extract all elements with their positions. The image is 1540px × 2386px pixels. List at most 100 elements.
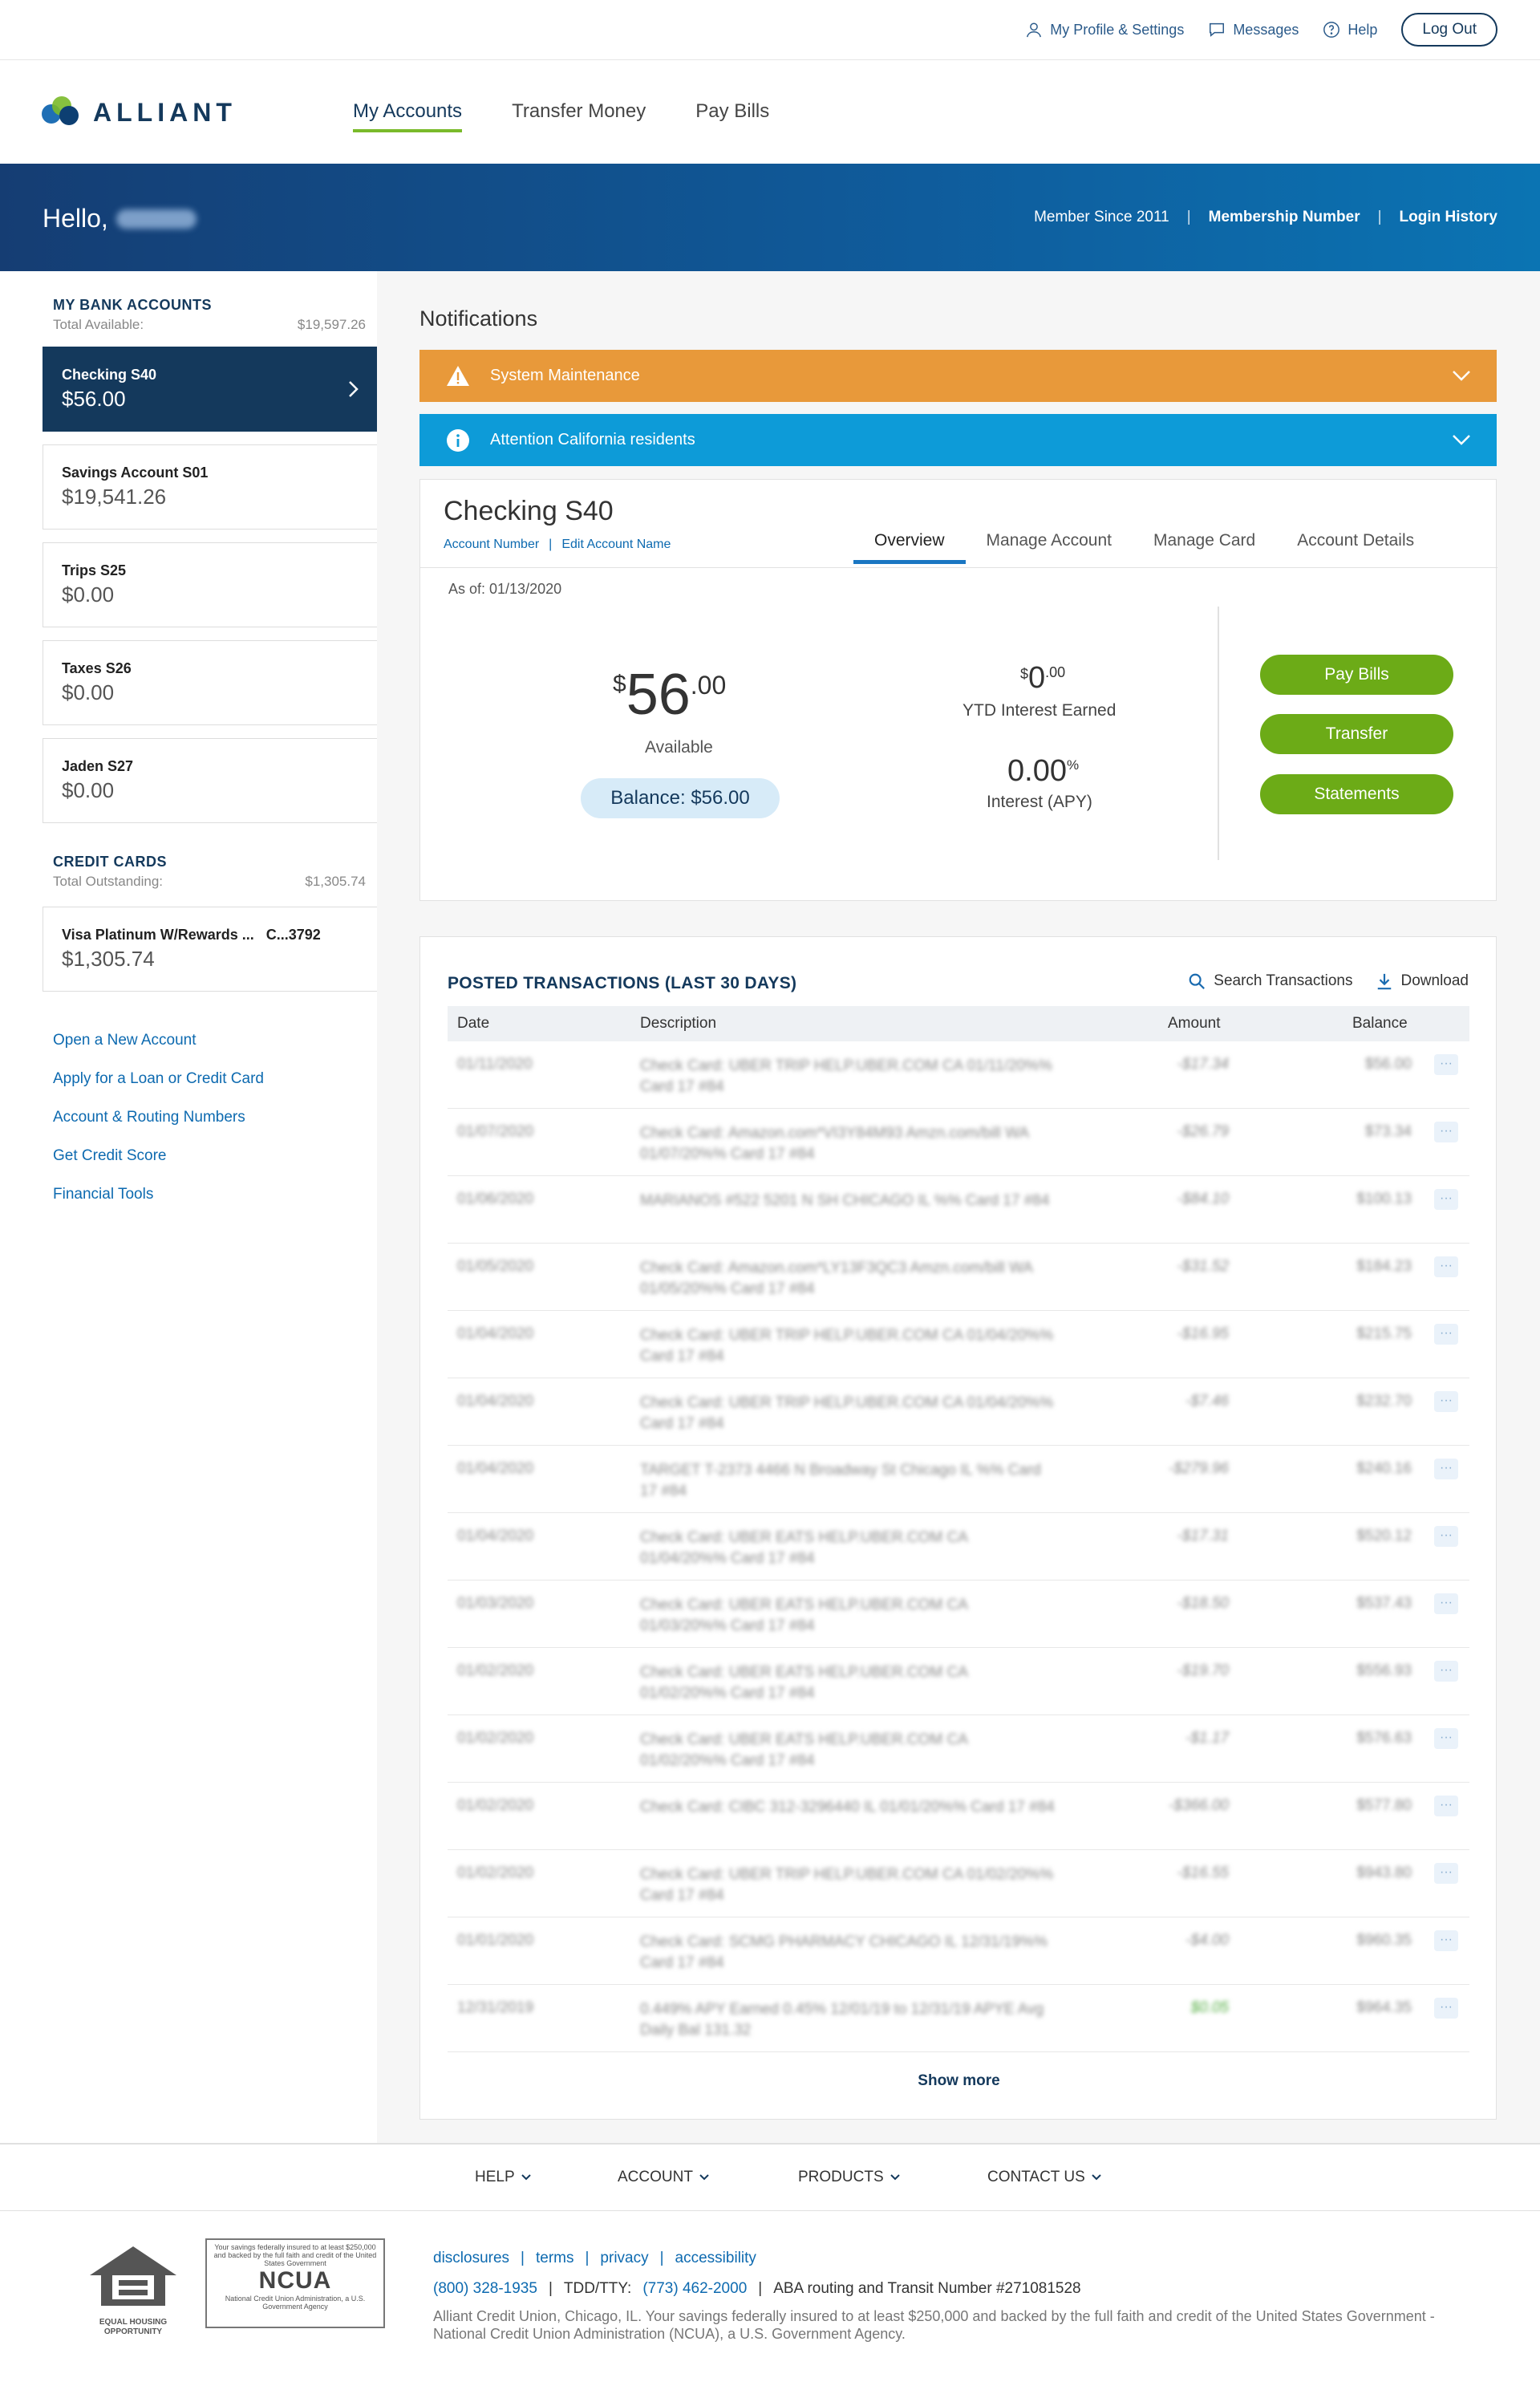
transaction-date: 01/04/2020: [457, 1393, 534, 1410]
available-label: Available: [645, 738, 713, 757]
tab-manage-card[interactable]: Manage Card: [1133, 531, 1276, 564]
ncua-bottom-text: National Credit Union Administration, a …: [225, 2295, 366, 2311]
terms-link[interactable]: terms: [536, 2250, 574, 2267]
notification-system-maintenance[interactable]: System Maintenance: [419, 350, 1497, 402]
more-options-icon[interactable]: ···: [1434, 1998, 1458, 2019]
tdd-phone-link[interactable]: (773) 462-2000: [642, 2280, 747, 2298]
more-options-icon[interactable]: ···: [1434, 1930, 1458, 1951]
tab-overview[interactable]: Overview: [853, 531, 966, 564]
nav-transfer-money[interactable]: Transfer Money: [512, 100, 646, 132]
more-options-icon[interactable]: ···: [1434, 1459, 1458, 1479]
bank-accounts-title: MY BANK ACCOUNTS: [53, 297, 213, 313]
table-row[interactable]: 01/04/2020 Check Card: UBER TRIP HELP.UBE…: [448, 1378, 1469, 1446]
footer-account-menu[interactable]: ACCOUNT: [618, 2169, 798, 2186]
more-options-icon[interactable]: ···: [1434, 1391, 1458, 1412]
transfer-button[interactable]: Transfer: [1260, 714, 1453, 754]
financial-tools-link[interactable]: Financial Tools: [53, 1186, 264, 1203]
table-row[interactable]: 01/04/2020 Check Card: UBER EATS HELP.UBE…: [448, 1513, 1469, 1581]
transaction-amount: -$31.52: [1177, 1258, 1229, 1275]
table-row[interactable]: 01/04/2020 TARGET T-2373 4466 N Broadway …: [448, 1446, 1469, 1513]
account-card-jaden[interactable]: Jaden S27 $0.00: [43, 738, 377, 823]
notification-text: System Maintenance: [490, 367, 640, 384]
table-row[interactable]: 01/02/2020 Check Card: UBER TRIP HELP.UBE…: [448, 1850, 1469, 1917]
table-row[interactable]: 01/02/2020 Check Card: UBER EATS HELP.UBE…: [448, 1715, 1469, 1783]
show-more-link[interactable]: Show more: [420, 2072, 1497, 2090]
transaction-description: Check Card: Amazon.com*VI3Y84M93 Amzn.co…: [640, 1125, 1028, 1163]
nav-pay-bills[interactable]: Pay Bills: [695, 100, 769, 132]
account-number-link[interactable]: Account Number: [444, 538, 539, 552]
logout-button[interactable]: Log Out: [1401, 13, 1497, 47]
bank-total-label: Total Available:: [53, 317, 144, 332]
account-name: Savings Account S01: [62, 465, 209, 481]
transaction-date: 01/07/2020: [457, 1123, 534, 1140]
tab-manage-account[interactable]: Manage Account: [966, 531, 1133, 564]
table-row[interactable]: 01/07/2020 Check Card: Amazon.com*VI3Y84M…: [448, 1109, 1469, 1176]
apply-loan-link[interactable]: Apply for a Loan or Credit Card: [53, 1070, 264, 1088]
table-row[interactable]: 01/11/2020 Check Card: UBER TRIP HELP.UBE…: [448, 1041, 1469, 1109]
ytd-interest-amount: $ 0 .00: [1020, 663, 1065, 693]
more-options-icon[interactable]: ···: [1434, 1324, 1458, 1345]
separator: |: [1377, 209, 1382, 225]
accessibility-link[interactable]: accessibility: [675, 2250, 756, 2267]
table-row[interactable]: 01/02/2020 Check Card: CIBC 312-3296440 I…: [448, 1783, 1469, 1850]
help-link[interactable]: Help: [1323, 21, 1377, 39]
more-options-icon[interactable]: ···: [1434, 1256, 1458, 1277]
alliant-logo[interactable]: ALLIANT: [42, 96, 237, 128]
account-card-trips[interactable]: Trips S25 $0.00: [43, 542, 377, 627]
phone-link[interactable]: (800) 328-1935: [433, 2280, 537, 2298]
nav-my-accounts[interactable]: My Accounts: [353, 100, 463, 132]
privacy-link[interactable]: privacy: [600, 2250, 648, 2267]
equal-housing-text: EQUAL HOUSING OPPORTUNITY: [99, 2318, 168, 2336]
transaction-date: 01/02/2020: [457, 1662, 534, 1679]
notification-california[interactable]: Attention California residents: [419, 414, 1497, 466]
tab-account-details[interactable]: Account Details: [1276, 531, 1435, 564]
pay-bills-button[interactable]: Pay Bills: [1260, 655, 1453, 695]
table-row[interactable]: 01/02/2020 Check Card: UBER EATS HELP.UBE…: [448, 1648, 1469, 1715]
table-row[interactable]: 01/06/2020 MARIANOS #522 5201 N SH CHICAG…: [448, 1176, 1469, 1244]
table-row[interactable]: 01/01/2020 Check Card: SCMG PHARMACY CHIC…: [448, 1917, 1469, 1985]
messages-label: Messages: [1233, 21, 1299, 38]
credit-card-visa[interactable]: Visa Platinum W/Rewards ... C...3792 $1,…: [43, 907, 377, 992]
table-row[interactable]: 12/31/2019 0.449% APY Earned 0.45% 12/01/…: [448, 1985, 1469, 2052]
table-row[interactable]: 01/05/2020 Check Card: Amazon.com*LY13F3Q…: [448, 1244, 1469, 1311]
account-card-taxes[interactable]: Taxes S26 $0.00: [43, 640, 377, 725]
more-options-icon[interactable]: ···: [1434, 1189, 1458, 1210]
transaction-amount: -$19.70: [1177, 1662, 1229, 1679]
more-options-icon[interactable]: ···: [1434, 1796, 1458, 1816]
download-button[interactable]: Download: [1376, 972, 1469, 990]
table-row[interactable]: 01/03/2020 Check Card: UBER EATS HELP.UBE…: [448, 1581, 1469, 1648]
account-name: Trips S25: [62, 562, 127, 578]
open-new-account-link[interactable]: Open a New Account: [53, 1032, 264, 1049]
account-card-checking[interactable]: Checking S40 $56.00: [43, 347, 377, 432]
login-history-link[interactable]: Login History: [1400, 209, 1497, 226]
more-options-icon[interactable]: ···: [1434, 1526, 1458, 1547]
profile-settings-link[interactable]: My Profile & Settings: [1025, 21, 1184, 39]
search-transactions-button[interactable]: Search Transactions: [1188, 972, 1353, 990]
percent-sign: %: [1066, 757, 1080, 773]
footer-help-menu[interactable]: HELP: [475, 2169, 618, 2186]
routing-numbers-link[interactable]: Account & Routing Numbers: [53, 1109, 264, 1126]
transaction-balance: $943.80: [1356, 1865, 1412, 1881]
membership-number-link[interactable]: Membership Number: [1209, 209, 1360, 226]
messages-link[interactable]: Messages: [1208, 21, 1299, 39]
statements-button[interactable]: Statements: [1260, 774, 1453, 814]
edit-account-name-link[interactable]: Edit Account Name: [561, 538, 671, 552]
apy-label: Interest (APY): [987, 793, 1092, 811]
transaction-date: 12/31/2019: [457, 1999, 534, 2016]
transaction-date: 01/05/2020: [457, 1258, 534, 1275]
bank-total-value: $19,597.26: [297, 317, 366, 332]
transaction-description: Check Card: UBER TRIP HELP.UBER.COM CA 0…: [640, 1327, 1054, 1365]
table-row[interactable]: 01/04/2020 Check Card: UBER TRIP HELP.UBE…: [448, 1311, 1469, 1378]
more-options-icon[interactable]: ···: [1434, 1863, 1458, 1884]
more-options-icon[interactable]: ···: [1434, 1593, 1458, 1614]
credit-score-link[interactable]: Get Credit Score: [53, 1147, 264, 1165]
more-options-icon[interactable]: ···: [1434, 1728, 1458, 1749]
more-options-icon[interactable]: ···: [1434, 1054, 1458, 1075]
more-options-icon[interactable]: ···: [1434, 1661, 1458, 1682]
footer-products-menu[interactable]: PRODUCTS: [798, 2169, 987, 2186]
transaction-balance: $520.12: [1356, 1528, 1412, 1544]
account-card-savings[interactable]: Savings Account S01 $19,541.26: [43, 444, 377, 530]
more-options-icon[interactable]: ···: [1434, 1122, 1458, 1142]
disclosures-link[interactable]: disclosures: [433, 2250, 509, 2267]
footer-contact-menu[interactable]: CONTACT US: [987, 2169, 1101, 2186]
